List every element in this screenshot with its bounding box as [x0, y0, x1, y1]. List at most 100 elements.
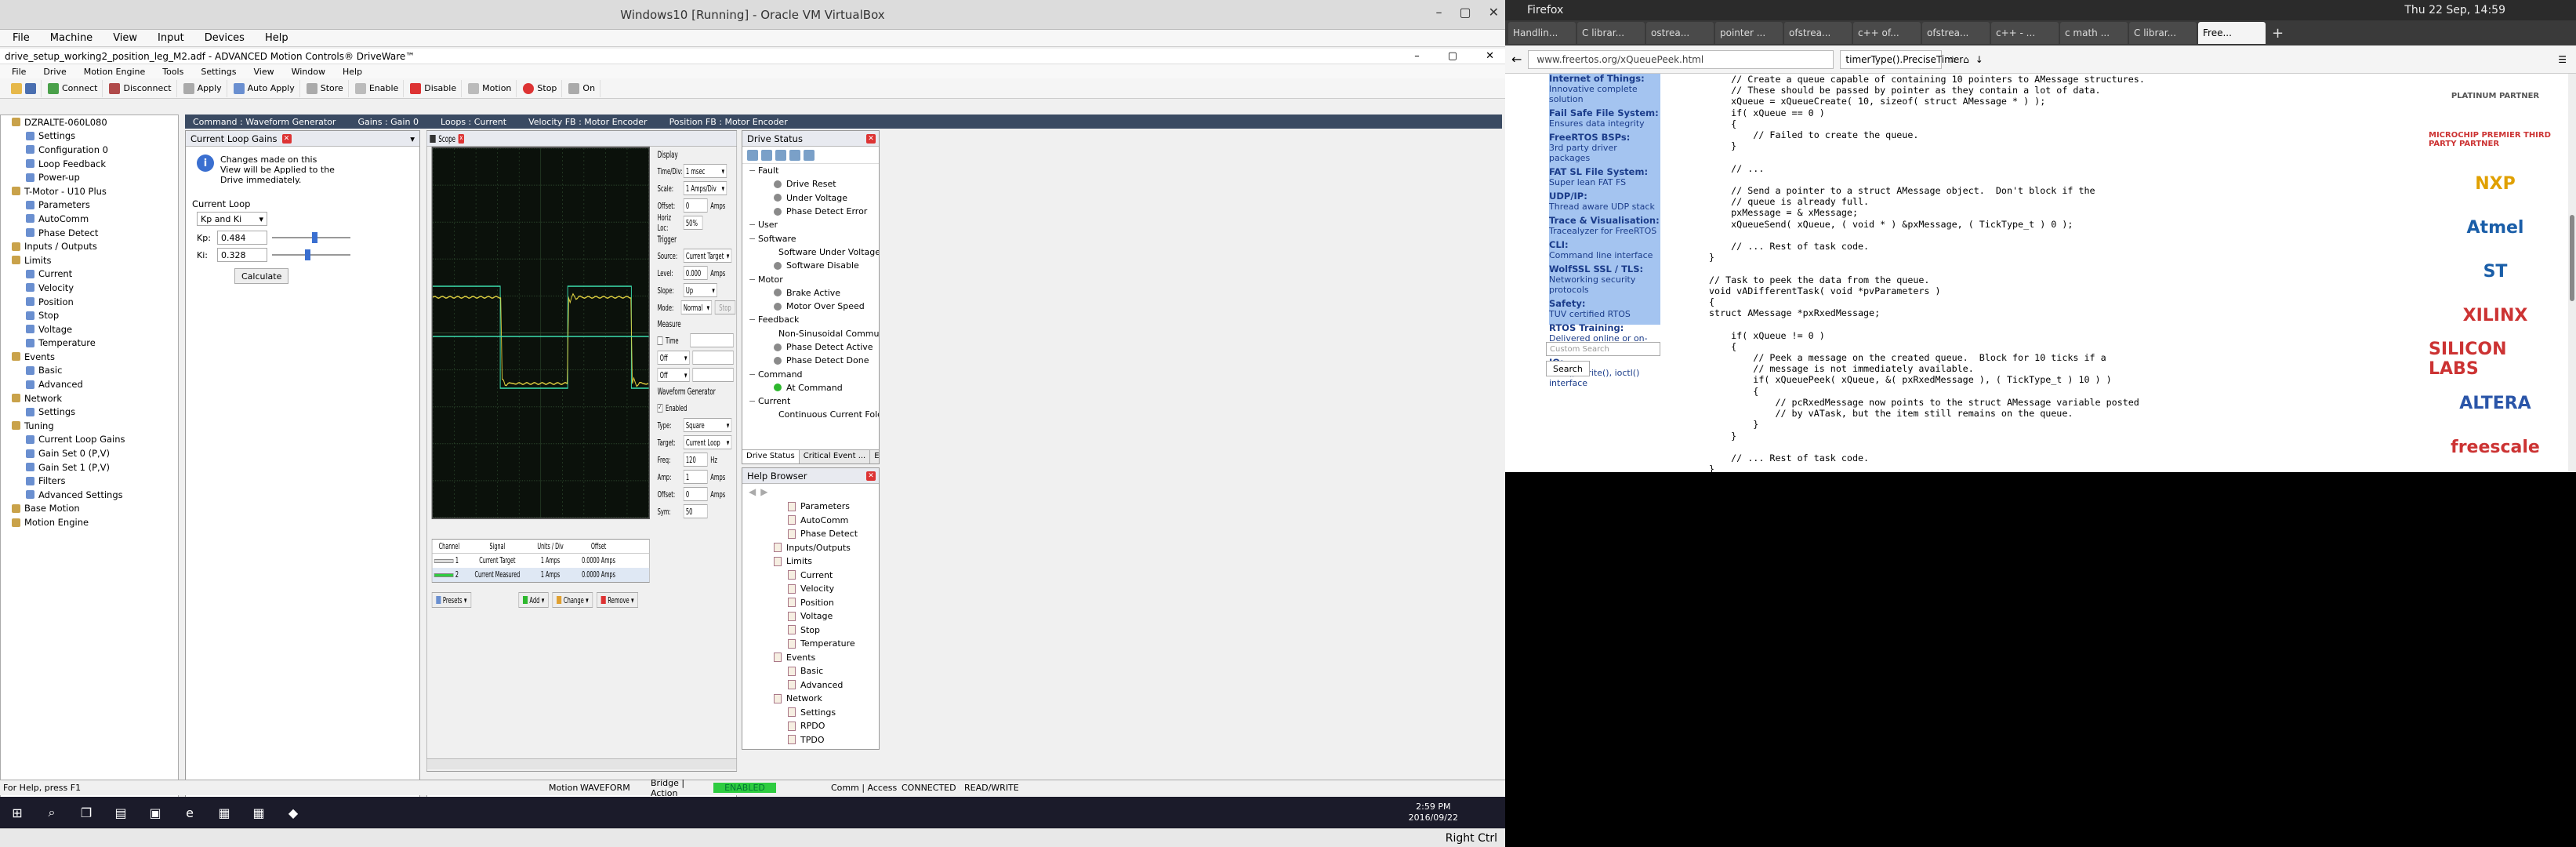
- help-item[interactable]: TPDO: [742, 733, 879, 747]
- drive-status-item[interactable]: Phase Detect Active: [742, 340, 879, 354]
- tree-item[interactable]: Current: [1, 267, 178, 282]
- start-icon[interactable]: ⊞: [0, 797, 34, 828]
- feature-subtitle-link[interactable]: TUV certified RTOS: [1549, 309, 1660, 319]
- feature-subtitle-link[interactable]: Super lean FAT FS: [1549, 177, 1660, 187]
- feature-heading-link[interactable]: CLI:: [1549, 240, 1660, 250]
- feature-subtitle-link[interactable]: Networking security protocols: [1549, 274, 1660, 295]
- vm-menu-file[interactable]: File: [5, 32, 38, 44]
- close-drive-status-icon[interactable]: ✕: [866, 133, 876, 144]
- tree-item[interactable]: Advanced Settings: [1, 488, 178, 502]
- store-icon[interactable]: ▣: [138, 797, 172, 828]
- tree-item[interactable]: Base Motion: [1, 502, 178, 516]
- partner-logo[interactable]: ALTERA: [2429, 381, 2562, 425]
- menu-view[interactable]: View: [246, 67, 281, 77]
- partner-logo[interactable]: freescale: [2429, 425, 2562, 469]
- close-tab-icon[interactable]: ✕: [281, 133, 292, 144]
- home-icon[interactable]: ⌂: [1963, 54, 1969, 65]
- taskbar-clock[interactable]: 2:59 PM 2016/09/22: [1409, 802, 1458, 823]
- on-button[interactable]: On: [564, 79, 601, 97]
- tree-item[interactable]: Settings: [1, 129, 178, 144]
- apply-button[interactable]: Apply: [179, 79, 227, 97]
- firefox-menu[interactable]: Firefox: [1505, 4, 1662, 16]
- tree-item[interactable]: Phase Detect: [1, 226, 178, 240]
- partner-logo[interactable]: NXP: [2429, 162, 2562, 205]
- tree-item[interactable]: Network: [1, 391, 178, 405]
- reset-icon[interactable]: [804, 149, 815, 161]
- tree-item[interactable]: Temperature: [1, 336, 178, 351]
- disable-button[interactable]: Disable: [405, 79, 463, 97]
- help-item[interactable]: Voltage: [742, 609, 879, 623]
- back-icon[interactable]: ←: [1511, 52, 1522, 67]
- connect-button[interactable]: Connect: [43, 79, 103, 97]
- search-icon[interactable]: ⌕: [34, 797, 69, 828]
- drive-status-item[interactable]: Motor Over Speed: [742, 300, 879, 313]
- collapse-icon[interactable]: [761, 149, 772, 161]
- file-explorer-icon[interactable]: ▤: [103, 797, 138, 828]
- help-item[interactable]: Advanced: [742, 678, 879, 693]
- minimize-icon[interactable]: –: [1435, 5, 1442, 20]
- custom-search-input[interactable]: Custom Search: [1546, 342, 1660, 356]
- edge-icon[interactable]: e: [172, 797, 207, 828]
- feature-heading-link[interactable]: UDP/IP:: [1549, 191, 1660, 202]
- help-item[interactable]: Parameters: [742, 500, 879, 514]
- feature-subtitle-link[interactable]: Ensures data integrity: [1549, 118, 1660, 129]
- drive-status-item[interactable]: Continuous Current Foldback: [742, 408, 879, 421]
- app-close-icon[interactable]: ✕: [1486, 50, 1494, 62]
- feature-heading-link[interactable]: Fail Safe File System:: [1549, 108, 1660, 118]
- help-item[interactable]: Events: [742, 747, 879, 749]
- menu-file[interactable]: File: [5, 67, 33, 77]
- browser-tab[interactable]: ofstrea...: [1784, 22, 1852, 44]
- tree-item[interactable]: Current Loop Gains: [1, 433, 178, 447]
- feature-heading-link[interactable]: Internet of Things:: [1549, 74, 1660, 84]
- help-item[interactable]: Inputs/Outputs: [742, 541, 879, 555]
- stop-button[interactable]: Stop: [518, 79, 563, 97]
- drive-status-item[interactable]: At Command: [742, 381, 879, 394]
- help-item[interactable]: Position: [742, 596, 879, 610]
- menu-settings[interactable]: Settings: [194, 67, 243, 77]
- browser-tab[interactable]: C librar...: [2129, 22, 2197, 44]
- tree-item[interactable]: Parameters: [1, 198, 178, 213]
- gain-mode-select[interactable]: Kp and Ki ▾: [197, 212, 267, 226]
- drive-status-item[interactable]: Phase Detect Error: [742, 205, 879, 218]
- dropdown-icon[interactable]: ▾: [410, 133, 415, 144]
- browser-tab[interactable]: c++ - ...: [1991, 22, 2059, 44]
- help-item[interactable]: Temperature: [742, 637, 879, 651]
- close-help-icon[interactable]: ✕: [866, 471, 876, 481]
- ki-slider-thumb[interactable]: [304, 249, 310, 260]
- ki-slider[interactable]: [272, 248, 350, 262]
- menu-icon[interactable]: ☰: [2558, 54, 2567, 65]
- feature-subtitle-link[interactable]: Thread aware UDP stack: [1549, 202, 1660, 212]
- menu-motion-engine[interactable]: Motion Engine: [77, 67, 153, 77]
- browser-tab[interactable]: c++ of...: [1853, 22, 1921, 44]
- drive-status-tab[interactable]: Drive Status: [742, 450, 800, 463]
- ki-input[interactable]: 0.328: [217, 248, 267, 262]
- tree-item[interactable]: Basic: [1, 364, 178, 378]
- task-view-icon[interactable]: ❐: [69, 797, 103, 828]
- close-scope-icon[interactable]: ✕: [458, 133, 464, 144]
- expand-icon[interactable]: [747, 149, 758, 161]
- help-forward-icon[interactable]: ▶: [760, 486, 767, 497]
- scope-header[interactable]: Scope ✕: [426, 131, 737, 147]
- tree-item[interactable]: Voltage: [1, 322, 178, 336]
- new-tab-icon[interactable]: +: [2272, 25, 2284, 42]
- app-maximize-icon[interactable]: ▢: [1448, 50, 1457, 62]
- partner-logo[interactable]: Atmel: [2429, 205, 2562, 249]
- enable-button[interactable]: Enable: [350, 79, 405, 97]
- auto-apply-button[interactable]: Auto Apply: [229, 79, 300, 97]
- tree-item[interactable]: Velocity: [1, 281, 178, 295]
- vm-menu-view[interactable]: View: [105, 32, 145, 44]
- drive-status-item[interactable]: − Command: [742, 367, 879, 380]
- disconnect-button[interactable]: Disconnect: [104, 79, 177, 97]
- drive-status-item[interactable]: − Fault: [742, 164, 879, 177]
- browser-tab[interactable]: ofstrea...: [1922, 22, 1990, 44]
- help-item[interactable]: Stop: [742, 623, 879, 638]
- bookmark-star-icon[interactable]: ☆: [1948, 54, 1957, 65]
- feature-heading-link[interactable]: FreeRTOS BSPs:: [1549, 133, 1660, 143]
- tree-item[interactable]: DZRALTE-060L080: [1, 115, 178, 129]
- partner-logo[interactable]: SILICON LABS: [2429, 337, 2562, 381]
- browser-tab[interactable]: c math ...: [2060, 22, 2128, 44]
- tree-item[interactable]: AutoComm: [1, 212, 178, 226]
- store-button[interactable]: Store: [302, 79, 349, 97]
- tree-item[interactable]: Filters: [1, 474, 178, 488]
- partner-logo[interactable]: PLATINUM PARTNER: [2429, 74, 2562, 118]
